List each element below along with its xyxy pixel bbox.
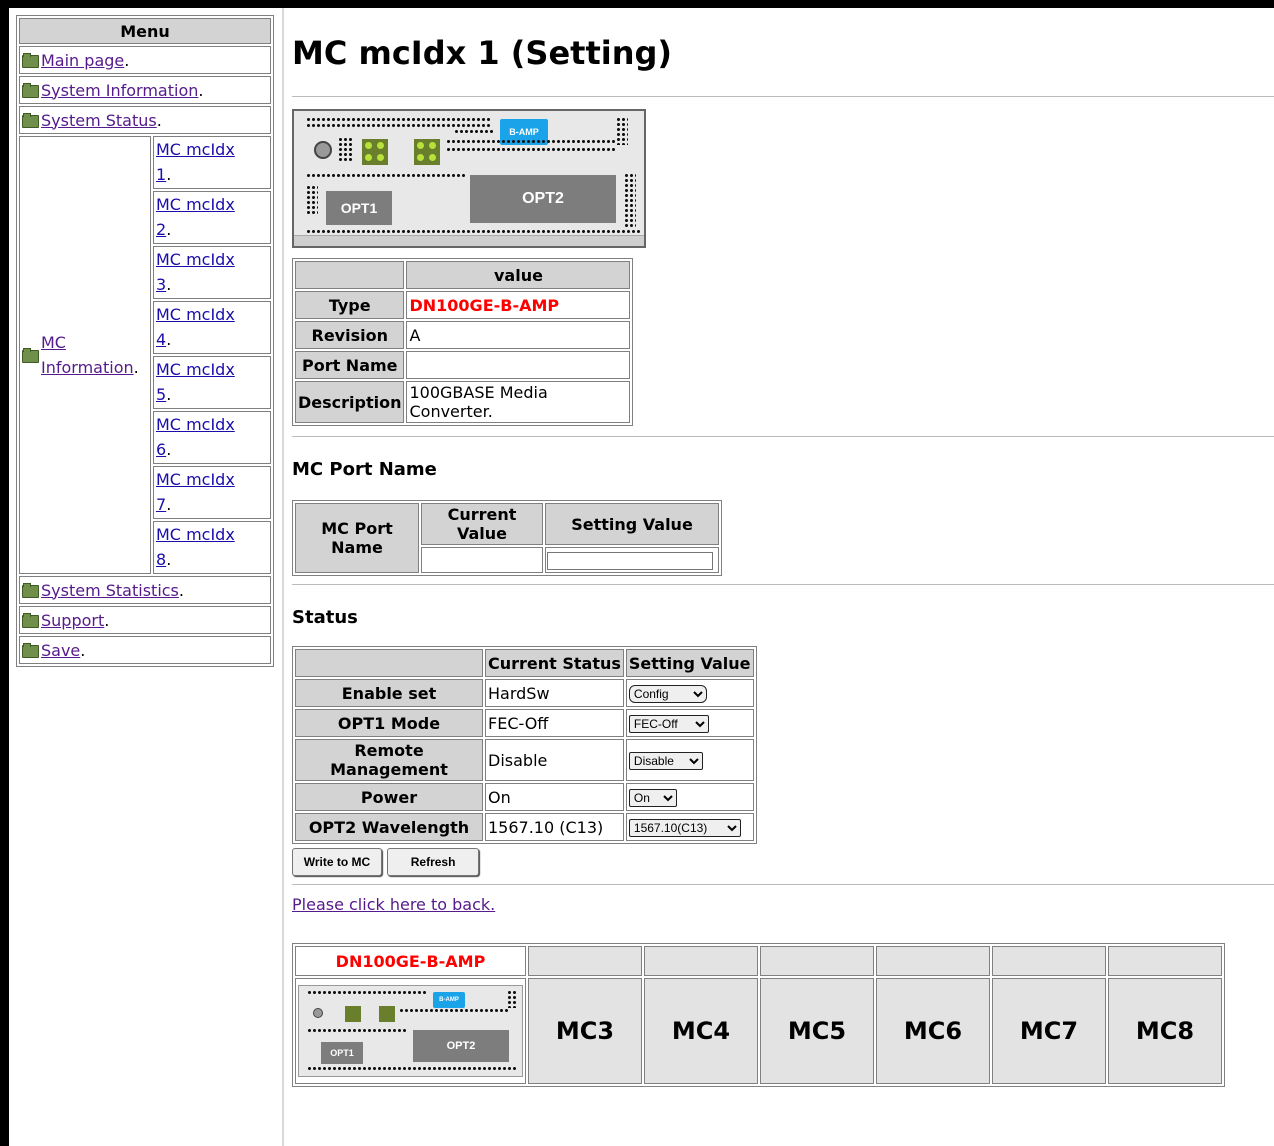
mc-information-link[interactable]: MC Information xyxy=(41,333,134,377)
frame-divider[interactable] xyxy=(282,8,284,1146)
remote-management-select[interactable]: Disable xyxy=(628,752,703,770)
revision-label: Revision xyxy=(295,321,405,349)
divider xyxy=(292,584,1274,585)
menu-subitem-mcidx-6: MC mcIdx 6. xyxy=(153,411,271,464)
type-value: DN100GE-B-AMP xyxy=(406,291,631,319)
setting-value-header: Setting Value xyxy=(545,503,719,545)
menu-subitem-mcidx-2: MC mcIdx 2. xyxy=(153,191,271,244)
enable-set-current: HardSw xyxy=(485,679,624,707)
main-content: MC mcIdx 1 (Setting) B-AMP OPT1 OPT2 val… xyxy=(292,20,1274,914)
menu-subitem-mcidx-3: MC mcIdx 3. xyxy=(153,246,271,299)
support-link[interactable]: Support xyxy=(41,611,104,630)
mc7-slot[interactable]: MC7 xyxy=(992,978,1106,1084)
mc3-slot[interactable]: MC3 xyxy=(528,978,642,1084)
folder-icon xyxy=(22,52,39,68)
status-heading: Status xyxy=(292,607,358,628)
menu-item-system-information: System Information. xyxy=(19,76,271,104)
divider xyxy=(292,96,1274,97)
back-link[interactable]: Please click here to back. xyxy=(292,895,495,914)
opt2-port: OPT2 xyxy=(470,175,616,223)
menu-subitem-mcidx-8: MC mcIdx 8. xyxy=(153,521,271,574)
description-label: Description xyxy=(295,381,405,423)
opt1-port: OPT1 xyxy=(326,191,392,225)
description-value: 100GBASE Media Converter. xyxy=(406,381,631,423)
menu-subitem-mcidx-7: MC mcIdx 7. xyxy=(153,466,271,519)
power-button-icon xyxy=(314,141,332,159)
menu-subitem-mcidx-4: MC mcIdx 4. xyxy=(153,301,271,354)
mc5-slot[interactable]: MC5 xyxy=(760,978,874,1084)
enable-set-label: Enable set xyxy=(295,679,483,707)
refresh-button[interactable]: Refresh xyxy=(387,848,480,876)
menu-item-system-status: System Status. xyxy=(19,106,271,134)
mc4-slot[interactable]: MC4 xyxy=(644,978,758,1084)
write-to-mc-button[interactable]: Write to MC xyxy=(292,848,382,876)
divider xyxy=(292,884,1274,885)
device-image: B-AMP OPT1 OPT2 xyxy=(292,109,646,248)
opt1-mode-current: FEC-Off xyxy=(485,709,624,737)
folder-icon xyxy=(22,82,39,98)
sidebar-menu: Menu Main page. System Information. Syst… xyxy=(16,15,274,667)
opt1-mode-label: OPT1 Mode xyxy=(295,709,483,737)
port-name-current-value xyxy=(421,547,543,573)
folder-icon xyxy=(22,347,39,363)
page-title: MC mcIdx 1 (Setting) xyxy=(292,34,673,72)
menu-item-support: Support. xyxy=(19,606,271,634)
enable-set-select[interactable]: Config xyxy=(628,685,707,703)
divider xyxy=(292,436,1274,437)
remote-management-label: Remote Management xyxy=(295,739,483,781)
system-statistics-link[interactable]: System Statistics xyxy=(41,581,179,600)
folder-icon xyxy=(22,112,39,128)
mc-slot-1-image[interactable]: B-AMP OPT1 OPT2 xyxy=(295,978,526,1084)
folder-icon xyxy=(22,642,39,658)
folder-icon xyxy=(22,612,39,628)
value-header: value xyxy=(406,261,631,289)
mc6-slot[interactable]: MC6 xyxy=(876,978,990,1084)
current-status-header: Current Status xyxy=(485,649,624,677)
menu-item-save: Save. xyxy=(19,636,271,664)
current-value-header: Current Value xyxy=(421,503,543,545)
menu-subitem-mcidx-5: MC mcIdx 5. xyxy=(153,356,271,409)
menu-item-mc-information: MC Information. xyxy=(19,136,151,574)
port-name-value xyxy=(406,351,631,379)
port-name-label: Port Name xyxy=(295,351,405,379)
menu-subitem-mcidx-1: MC mcIdx 1. xyxy=(153,136,271,189)
window-top-border xyxy=(0,0,1274,8)
menu-item-system-statistics: System Statistics. xyxy=(19,576,271,604)
remote-management-current: Disable xyxy=(485,739,624,781)
mc-port-name-table: MC Port Name Current Value Setting Value xyxy=(292,500,722,576)
save-link[interactable]: Save xyxy=(41,641,80,660)
window-left-border xyxy=(0,0,9,1146)
power-select[interactable]: On xyxy=(628,789,677,807)
folder-icon xyxy=(22,582,39,598)
opt2-wavelength-label: OPT2 Wavelength xyxy=(295,813,483,841)
status-setting-value-header: Setting Value xyxy=(625,649,754,677)
mc-port-name-row-label: MC Port Name xyxy=(295,503,419,573)
sfp-led-icon xyxy=(414,139,440,165)
mc-port-name-heading: MC Port Name xyxy=(292,459,437,480)
main-page-link[interactable]: Main page xyxy=(41,51,124,70)
opt2-wavelength-select[interactable]: 1567.10(C13) xyxy=(628,819,741,837)
system-information-link[interactable]: System Information xyxy=(41,81,198,100)
power-label: Power xyxy=(295,783,483,811)
type-label: Type xyxy=(295,291,405,319)
status-table: Current Status Setting Value Enable set … xyxy=(292,646,757,844)
device-thumbnail: B-AMP OPT1 OPT2 xyxy=(298,985,523,1077)
port-name-setting-input[interactable] xyxy=(547,552,713,570)
power-current: On xyxy=(485,783,624,811)
mc-info-table: value Type DN100GE-B-AMP Revision A Port… xyxy=(292,258,634,426)
menu-title: Menu xyxy=(19,18,271,44)
system-status-link[interactable]: System Status xyxy=(41,111,157,130)
opt2-wavelength-current: 1567.10 (C13) xyxy=(485,813,624,841)
mc-overview-table: DN100GE-B-AMP B-AMP OPT1 OPT2 MC3 MC4 MC… xyxy=(292,943,1225,1087)
mc8-slot[interactable]: MC8 xyxy=(1108,978,1222,1084)
mc-slot-1-label: DN100GE-B-AMP xyxy=(295,946,526,976)
revision-value: A xyxy=(406,321,631,349)
menu-item-main-page: Main page. xyxy=(19,46,271,74)
sfp-led-icon xyxy=(362,139,388,165)
opt1-mode-select[interactable]: FEC-Off xyxy=(628,715,709,733)
